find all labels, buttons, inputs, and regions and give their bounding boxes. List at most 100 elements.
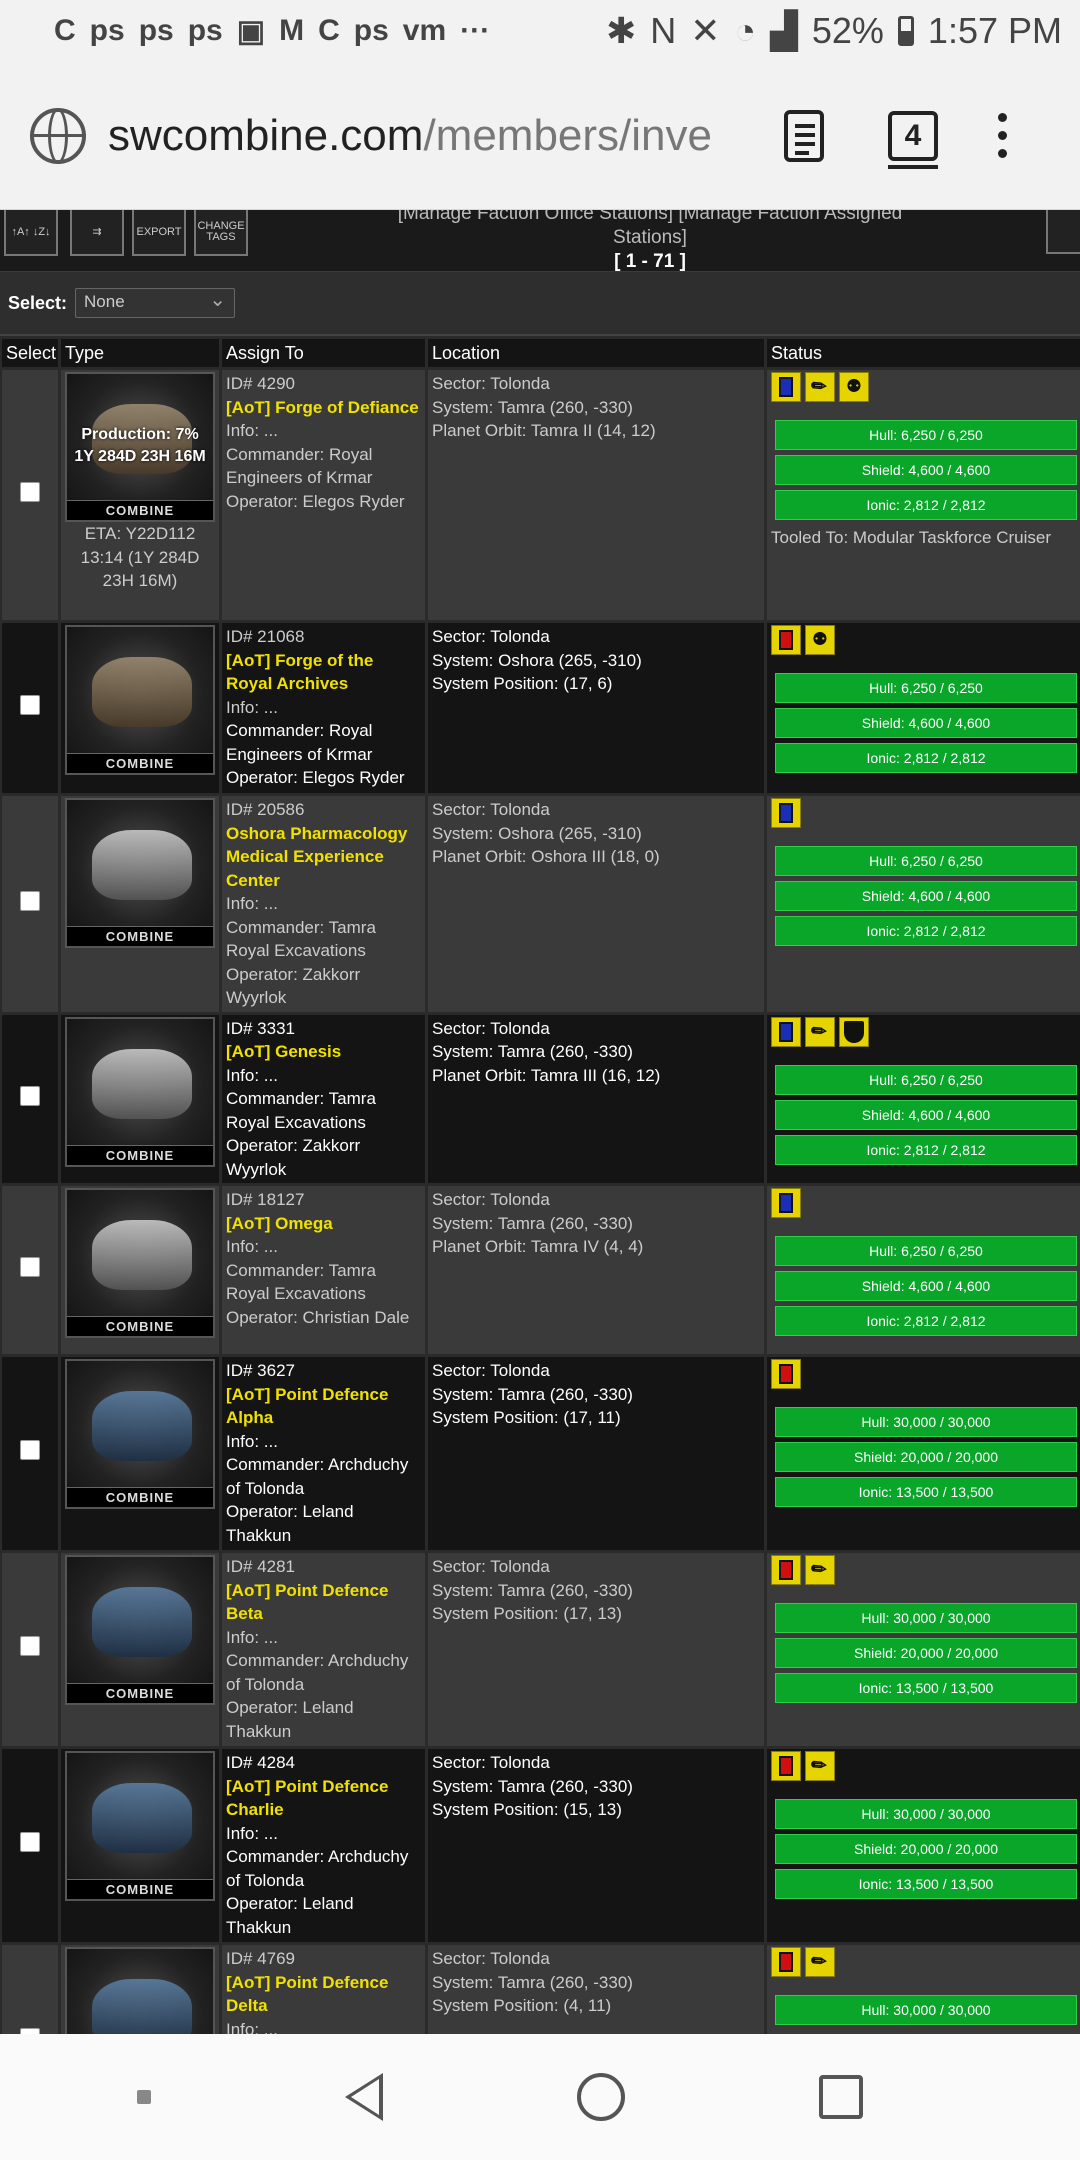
table-row: COMBINE ID# 4281 [AoT] Point Defence Bet… xyxy=(2,1553,1080,1746)
sector: Sector: Tolonda xyxy=(432,1018,550,1038)
reader-mode-icon[interactable] xyxy=(784,109,824,162)
station-image[interactable]: COMBINE xyxy=(65,1359,215,1509)
header-type[interactable]: Type xyxy=(61,339,219,367)
info-link[interactable]: Info: ... xyxy=(226,1822,421,1846)
change-tags-button[interactable]: CHANGE TAGS xyxy=(194,210,248,256)
entity-name-link[interactable]: [AoT] Point Defence Beta xyxy=(226,1579,421,1626)
site-info-icon[interactable] xyxy=(30,107,86,164)
system: System: Tamra (260, -330) xyxy=(432,1972,633,1992)
home-icon[interactable] xyxy=(577,2073,625,2121)
select-dropdown[interactable]: None xyxy=(75,287,236,318)
station-image[interactable]: COMBINE xyxy=(65,1947,215,2034)
faction-flag-icon xyxy=(771,1188,801,1218)
operator: Operator: Zakkorr Wyyrlok xyxy=(226,1136,361,1179)
station-image[interactable]: COMBINE xyxy=(65,1751,215,1901)
browser-menu-icon[interactable] xyxy=(998,113,1007,158)
combine-logo: COMBINE xyxy=(67,1316,213,1336)
status-badges: ✎ xyxy=(771,1016,1080,1047)
position: Planet Orbit: Tamra IV (4, 4) xyxy=(432,1237,644,1256)
notification-icon: ps xyxy=(353,14,389,47)
move-button[interactable]: ⇉ xyxy=(70,210,124,256)
info-link[interactable]: Info: ... xyxy=(226,2018,421,2035)
export-button[interactable]: EXPORT xyxy=(132,210,186,256)
status-badges: ✎ xyxy=(771,1555,1080,1585)
header-assign-to[interactable]: Assign To xyxy=(222,339,425,367)
row-checkbox[interactable] xyxy=(20,1440,40,1461)
header-location[interactable]: Location xyxy=(428,339,764,367)
row-checkbox[interactable] xyxy=(20,1085,40,1106)
notification-icon: vm xyxy=(402,14,447,47)
url-path: /members/inve xyxy=(423,110,712,160)
shield-bar: Shield: 20,000 / 20,000 xyxy=(775,1834,1077,1864)
info-link[interactable]: Info: ... xyxy=(226,419,421,443)
faction-flag-icon xyxy=(771,625,801,655)
station-image[interactable]: COMBINE xyxy=(65,798,215,948)
notification-icon: ps xyxy=(138,14,174,47)
entity-name-link[interactable]: [AoT] Forge of the Royal Archives xyxy=(226,649,421,696)
operator: Operator: Leland Thakkun xyxy=(226,1894,354,1937)
entity-name-link[interactable]: [AoT] Omega xyxy=(226,1212,421,1236)
back-icon[interactable] xyxy=(345,2073,383,2121)
entity-name-link[interactable]: [AoT] Genesis xyxy=(226,1040,421,1064)
position: System Position: (15, 13) xyxy=(432,1800,622,1819)
sector: Sector: Tolonda xyxy=(432,800,550,819)
combine-logo: COMBINE xyxy=(67,1144,213,1165)
status-badges xyxy=(771,1188,1080,1218)
sector: Sector: Tolonda xyxy=(432,1557,550,1576)
notification-icon: ▣ xyxy=(236,14,266,48)
notification-icon: ps xyxy=(187,14,223,47)
entity-id: ID# 3331 xyxy=(226,1018,295,1038)
faction-station-links[interactable]: [Manage Faction Office Stations] [Manage… xyxy=(398,210,903,248)
hull-bar: Hull: 30,000 / 30,000 xyxy=(775,1407,1077,1437)
entity-id: ID# 3627 xyxy=(226,1361,295,1380)
row-checkbox[interactable] xyxy=(20,1636,40,1657)
table-row: COMBINE ID# 21068 [AoT] Forge of the Roy… xyxy=(2,623,1080,793)
entity-name-link[interactable]: [AoT] Point Defence Delta xyxy=(226,1971,421,2018)
row-checkbox[interactable] xyxy=(20,1256,40,1277)
station-image[interactable]: COMBINE xyxy=(65,1016,215,1167)
position: Planet Orbit: Oshora III (18, 0) xyxy=(432,847,660,866)
entity-name-link[interactable]: [AoT] Point Defence Charlie xyxy=(226,1775,421,1822)
system-indicators: ✱ N ✕ ◔ ▟ 52% 1:57 PM xyxy=(606,10,1062,52)
repair-icon: ✎ xyxy=(805,1751,835,1781)
table-row: Production: 7% 1Y 284D 23H 16M COMBINE ET… xyxy=(2,370,1080,620)
station-image[interactable]: COMBINE xyxy=(65,1555,215,1705)
hull-bar: Hull: 6,250 / 6,250 xyxy=(775,1064,1077,1095)
info-link[interactable]: Info: ... xyxy=(226,696,421,720)
tab-switcher-button[interactable]: 4 xyxy=(888,110,938,169)
row-checkbox[interactable] xyxy=(20,481,40,502)
info-link[interactable]: Info: ... xyxy=(226,1430,421,1454)
combine-logo: COMBINE xyxy=(67,1487,213,1507)
entity-name-link[interactable]: [AoT] Forge of Defiance xyxy=(226,396,421,420)
info-link[interactable]: Info: ... xyxy=(226,892,421,916)
entity-id: ID# 21068 xyxy=(226,627,305,646)
row-checkbox[interactable] xyxy=(20,1832,40,1853)
position: System Position: (17, 13) xyxy=(432,1604,622,1623)
operator: Operator: Zakkorr Wyyrlok xyxy=(226,964,361,1008)
ionic-bar: Ionic: 2,812 / 2,812 xyxy=(775,1306,1077,1336)
entity-id: ID# 4769 xyxy=(226,1949,295,1968)
recents-icon[interactable] xyxy=(819,2075,863,2119)
station-image[interactable]: COMBINE xyxy=(65,1188,215,1338)
sector: Sector: Tolonda xyxy=(432,1190,550,1209)
sort-button[interactable]: ↑A↑ ↓Z↓ xyxy=(4,210,58,256)
entity-name-link[interactable]: Oshora Pharmacology Medical Experience C… xyxy=(226,822,421,893)
notification-icon: ps xyxy=(89,14,125,47)
inventory-toolbar: ↑A↑ ↓Z↓ ⇉ EXPORT CHANGE TAGS [Manage Fac… xyxy=(0,210,1080,272)
info-link[interactable]: Info: ... xyxy=(226,1626,421,1650)
bluetooth-icon: ✱ xyxy=(606,10,637,51)
station-image[interactable]: COMBINE xyxy=(65,625,215,775)
row-checkbox[interactable] xyxy=(20,890,40,911)
row-checkbox[interactable] xyxy=(20,694,40,715)
status-badges xyxy=(771,798,1080,828)
url-field[interactable]: swcombine.com/members/inve xyxy=(108,111,758,161)
info-link[interactable]: Info: ... xyxy=(226,1064,421,1088)
combine-logo: COMBINE xyxy=(67,1879,213,1899)
system: System: Tamra (260, -330) xyxy=(432,1580,633,1600)
select-bar: Select: None xyxy=(0,272,1080,336)
info-link[interactable]: Info: ... xyxy=(226,1235,421,1259)
view-toggle-button[interactable] xyxy=(1046,210,1080,254)
header-status[interactable]: Status xyxy=(767,339,1080,367)
station-image[interactable]: Production: 7% 1Y 284D 23H 16M COMBINE xyxy=(65,372,215,522)
entity-name-link[interactable]: [AoT] Point Defence Alpha xyxy=(226,1383,421,1430)
